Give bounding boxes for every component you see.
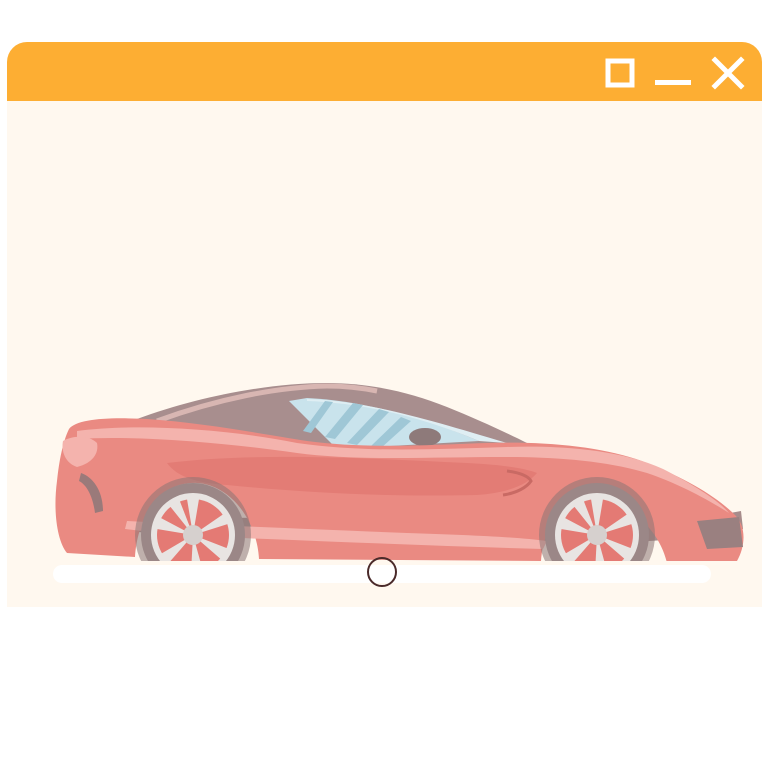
sports-car-image	[55, 383, 744, 561]
x-icon	[711, 56, 745, 90]
title-bar[interactable]	[7, 42, 762, 101]
square-icon	[605, 58, 635, 88]
minimize-button[interactable]	[655, 56, 691, 90]
slider-thumb[interactable]	[367, 557, 397, 587]
image-viewport	[7, 101, 762, 607]
maximize-button[interactable]	[603, 56, 637, 90]
close-button[interactable]	[711, 56, 745, 90]
minus-icon	[655, 80, 691, 85]
app-window	[7, 42, 762, 607]
